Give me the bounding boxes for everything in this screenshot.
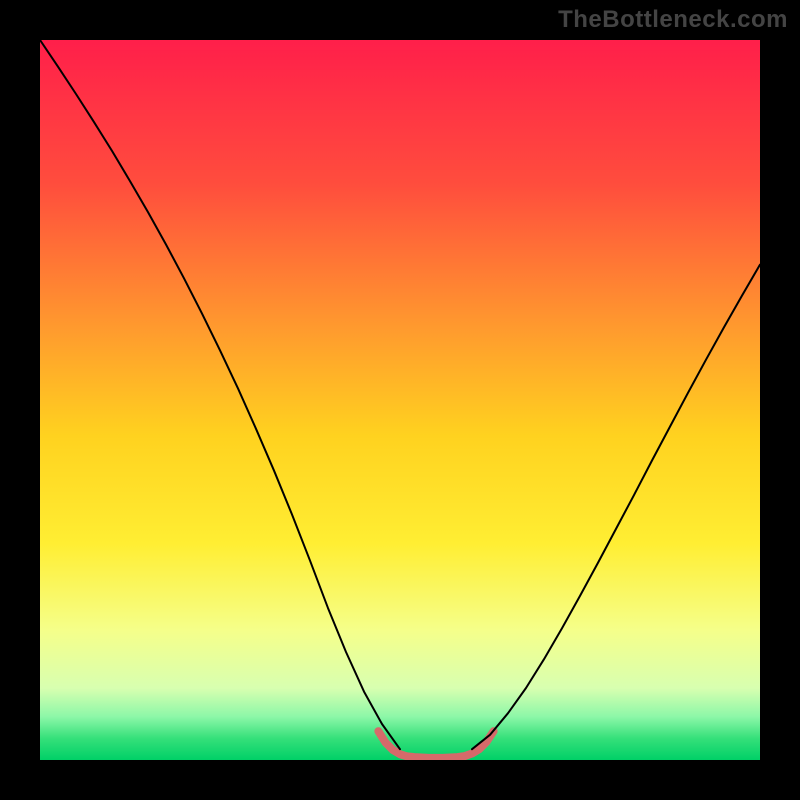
plot-area xyxy=(40,40,760,760)
chart-svg xyxy=(40,40,760,760)
watermark-text: TheBottleneck.com xyxy=(558,6,788,34)
chart-frame: TheBottleneck.com xyxy=(0,0,800,800)
chart-background xyxy=(40,40,760,760)
